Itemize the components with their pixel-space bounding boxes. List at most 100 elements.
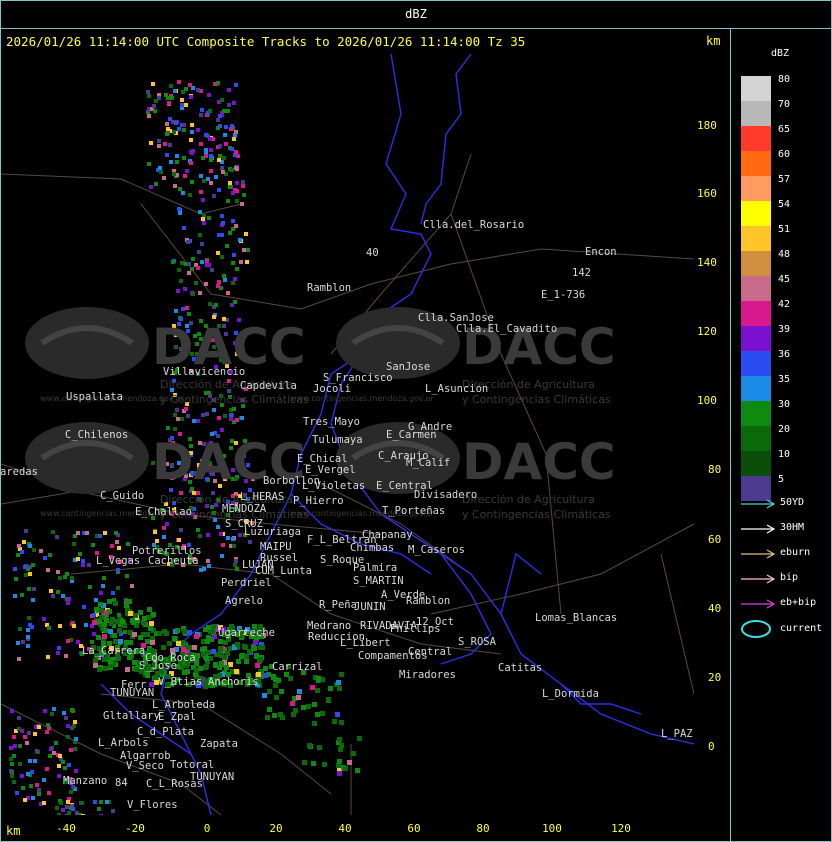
radar-echo-pixel [239,654,244,659]
radar-echo-pixel [58,576,62,580]
place-label: MENDOZA [222,503,267,515]
radar-echo-pixel [200,242,204,246]
radar-echo-pixel [154,182,158,186]
radar-echo-pixel [198,534,202,538]
radar-echo-pixel [145,632,150,637]
dbz-level-label: 70 [778,99,791,110]
radar-echo-pixel [310,685,315,690]
radar-echo-pixel [190,180,194,184]
radar-echo-pixel [191,292,195,296]
radar-echo-pixel [23,735,27,739]
radar-echo-pixel [335,712,340,717]
radar-echo-pixel [213,662,218,667]
radar-echo-pixel [59,801,63,805]
radar-echo-pixel [177,268,181,272]
radar-echo-pixel [207,564,211,568]
radar-echo-pixel [85,531,89,535]
radar-echo-pixel [10,762,14,766]
radar-echo-pixel [209,154,213,158]
place-label: Perdriel [221,577,272,589]
radar-echo-pixel [162,526,166,530]
radar-echo-pixel [98,534,102,538]
watermark-line2: y Contingencias Climáticas [462,508,611,521]
dbz-swatch [741,226,771,251]
radar-echo-pixel [102,634,107,639]
x-tick-label: -40 [56,822,76,835]
radar-echo-pixel [276,678,281,683]
x-tick-label: 100 [542,822,562,835]
radar-echo-pixel [94,598,98,602]
radar-echo-pixel [190,130,194,134]
radar-echo-pixel [182,226,186,230]
radar-echo-pixel [9,746,13,750]
place-label: JUNIN [354,601,386,613]
radar-echo-pixel [58,754,62,758]
window-title: dBZ [405,7,427,21]
radar-echo-pixel [230,168,234,172]
radar-echo-pixel [205,259,209,263]
radar-echo-pixel [217,233,221,237]
radar-echo-pixel [201,413,205,417]
radar-echo-pixel [107,609,112,614]
radar-echo-pixel [201,198,205,202]
radar-echo-pixel [187,312,191,316]
radar-echo-pixel [29,784,33,788]
radar-echo-pixel [216,525,220,529]
radar-echo-pixel [45,767,49,771]
radar-echo-pixel [74,769,78,773]
radar-echo-pixel [190,123,194,127]
radar-echo-pixel [184,103,188,107]
radar-echo-pixel [116,568,120,572]
place-label: V_Flores [127,799,178,811]
y-tick-label: 40 [708,602,722,615]
radar-echo-pixel [220,98,224,102]
radar-echo-pixel [56,590,60,594]
radar-echo-pixel [199,190,203,194]
dbz-level-label: 30 [778,399,791,410]
radar-echo-pixel [113,639,118,644]
radar-echo-pixel [231,219,235,223]
radar-echo-pixel [17,544,21,548]
place-label: C_L_Rosas [146,778,203,790]
radar-echo-pixel [235,267,239,271]
radar-echo-pixel [48,754,52,758]
radar-echo-pixel [17,716,21,720]
y-axis-unit: km [706,34,721,48]
radar-echo-pixel [72,542,76,546]
radar-echo-pixel [115,540,119,544]
radar-echo-pixel [138,610,143,615]
radar-echo-pixel [278,712,283,717]
x-tick-label: 40 [338,822,352,835]
radar-echo-pixel [103,531,107,535]
radar-echo-pixel [82,605,86,609]
radar-echo-pixel [208,302,212,306]
radar-echo-pixel [216,81,220,85]
radar-echo-pixel [217,188,221,192]
radar-echo-pixel [204,148,208,152]
radar-echo-pixel [18,762,22,766]
current-label: current [780,623,823,634]
radar-echo-pixel [229,417,233,421]
radar-echo-pixel [57,764,61,768]
radar-echo-pixel [65,805,69,809]
radar-echo-pixel [235,418,239,422]
radar-echo-pixel [189,95,193,99]
dbz-level-label: 54 [778,199,791,210]
radar-echo-pixel [175,160,179,164]
radar-echo-pixel [157,631,162,636]
radar-echo-pixel [17,727,21,731]
radar-echo-pixel [212,408,216,412]
radar-echo-pixel [177,80,181,84]
radar-echo-pixel [142,616,147,621]
radar-echo-pixel [225,244,229,248]
radar-echo-pixel [220,554,224,558]
dbz-swatch [741,101,771,126]
radar-echo-pixel [235,642,240,647]
radar-echo-pixel [317,745,322,750]
radar-echo-pixel [165,153,169,157]
radar-echo-pixel [312,721,317,726]
dacc-logo-icon [25,307,149,379]
radar-echo-pixel [239,260,243,264]
dbz-level-label: 51 [778,224,791,235]
radar-echo-pixel [347,760,352,765]
